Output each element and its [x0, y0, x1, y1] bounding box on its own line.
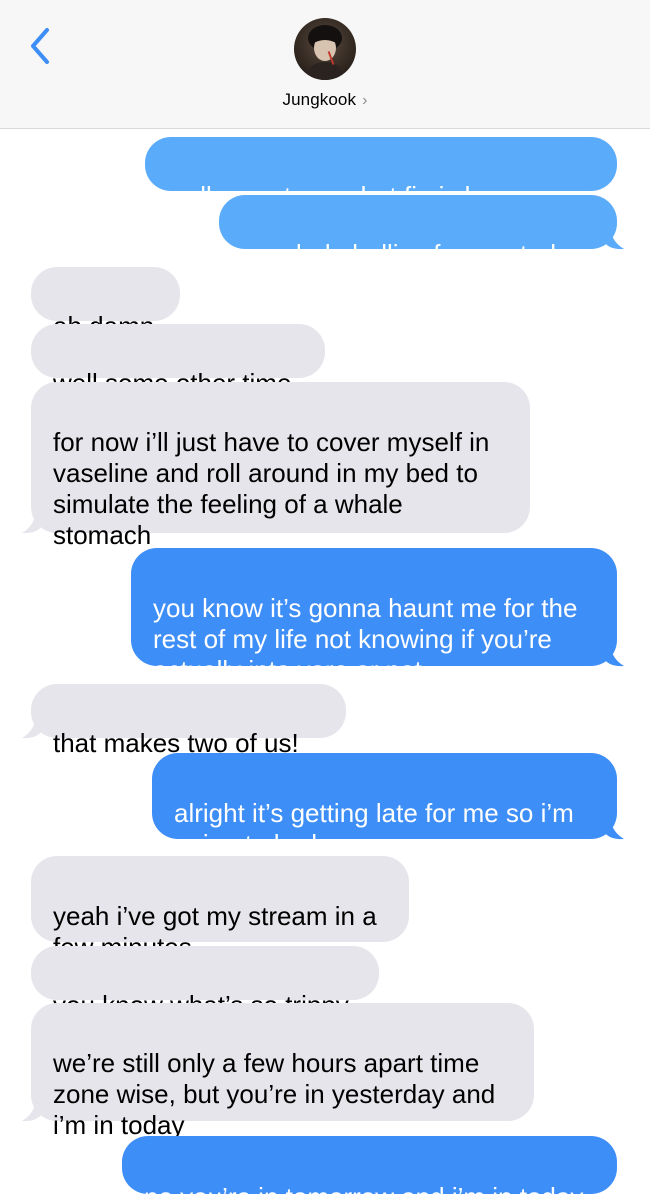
- message-text: no you’re in tomorrow and i’m in today: [144, 1182, 584, 1200]
- message-text: you know it’s gonna haunt me for the res…: [153, 593, 578, 685]
- message-thread[interactable]: well sorry to say but fin is long gone n…: [0, 128, 650, 1200]
- outgoing-message[interactable]: alright it’s getting late for me so i’m …: [152, 753, 617, 859]
- incoming-message[interactable]: yeah i’ve got my stream in a few minutes: [31, 856, 409, 962]
- incoming-message[interactable]: for now i’ll just have to cover myself i…: [31, 382, 530, 550]
- contact-name-button[interactable]: Jungkook ›: [0, 90, 650, 110]
- contact-avatar-photo: [294, 18, 356, 80]
- message-text: no whale bellies for you today: [241, 239, 584, 269]
- message-text: for now i’ll just have to cover myself i…: [53, 427, 490, 550]
- imessage-screen: Jungkook › well sorry to say but fin is l…: [0, 0, 650, 1200]
- message-text: alright it’s getting late for me so i’m …: [174, 798, 574, 859]
- incoming-message[interactable]: that makes two of us!: [31, 684, 346, 758]
- outgoing-message[interactable]: no whale bellies for you today: [219, 195, 617, 269]
- conversation-header: Jungkook ›: [0, 0, 650, 129]
- outgoing-message[interactable]: well sorry to say but fin is long gone: [145, 137, 617, 211]
- back-button[interactable]: [20, 24, 60, 68]
- bubble-tail: [22, 717, 42, 739]
- bubble-tail: [604, 228, 624, 250]
- outgoing-message[interactable]: you know it’s gonna haunt me for the res…: [131, 548, 617, 685]
- contact-avatar[interactable]: [294, 18, 356, 80]
- incoming-message[interactable]: ah damn: [31, 267, 180, 341]
- outgoing-message[interactable]: no you’re in tomorrow and i’m in today: [122, 1136, 617, 1200]
- bubble-tail: [604, 645, 624, 667]
- message-text: we’re still only a few hours apart time …: [53, 1048, 496, 1140]
- bubble-tail: [604, 818, 624, 840]
- incoming-message[interactable]: well some other time: [31, 324, 325, 398]
- contact-name: Jungkook: [282, 90, 357, 109]
- incoming-message[interactable]: you know what’s so trippy: [31, 946, 379, 1020]
- bubble-tail: [22, 512, 42, 534]
- chevron-left-icon: [31, 28, 49, 64]
- bubble-tail: [22, 1100, 42, 1122]
- chevron-right-icon: ›: [362, 92, 368, 109]
- incoming-message[interactable]: we’re still only a few hours apart time …: [31, 1003, 534, 1140]
